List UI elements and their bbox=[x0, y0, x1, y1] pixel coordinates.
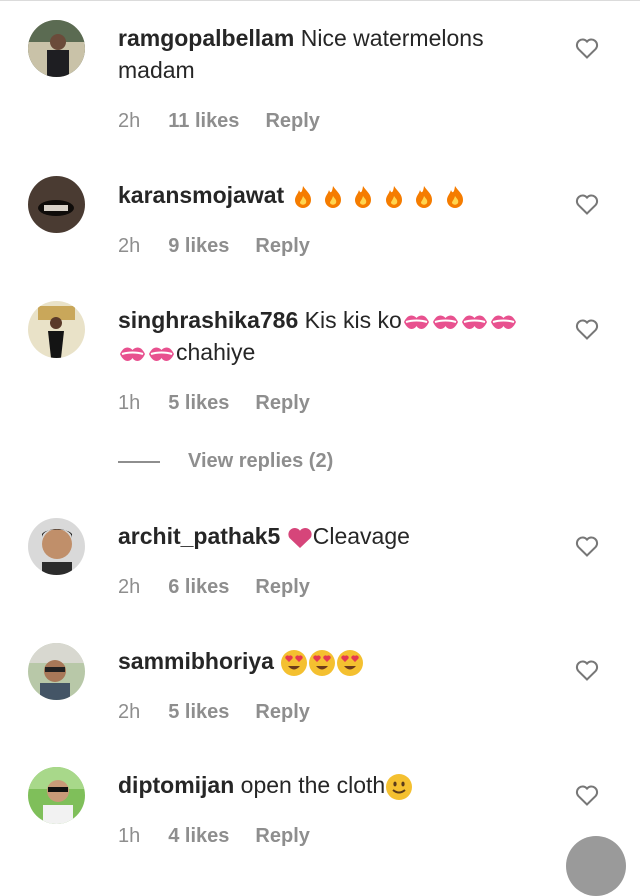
comment-text: karansmojawat bbox=[118, 179, 548, 211]
comment-body: open the cloth bbox=[234, 772, 386, 798]
timestamp: 1h bbox=[118, 392, 141, 414]
heart-eyes-icon bbox=[309, 649, 336, 676]
heart-eyes-icon bbox=[337, 649, 364, 676]
floating-button[interactable] bbox=[566, 836, 626, 896]
comment-text: sammibhoriya bbox=[118, 645, 548, 677]
avatar[interactable] bbox=[28, 518, 85, 575]
kiss-icon bbox=[461, 315, 487, 329]
heart-outline-icon[interactable] bbox=[575, 659, 599, 681]
comment-body: Kis kis ko bbox=[298, 307, 402, 333]
likes-count[interactable]: 4 likes bbox=[168, 825, 229, 847]
comment-meta: 2h 5 likes Reply bbox=[118, 701, 310, 724]
fire-icon bbox=[324, 185, 341, 208]
heart-outline-icon[interactable] bbox=[575, 193, 599, 215]
username[interactable]: diptomijan bbox=[118, 772, 234, 798]
timestamp: 2h bbox=[118, 235, 141, 257]
top-divider bbox=[0, 0, 640, 1]
view-replies-label[interactable]: View replies (2) bbox=[188, 450, 333, 472]
likes-count[interactable]: 9 likes bbox=[168, 235, 229, 257]
kiss-icon bbox=[149, 347, 174, 361]
smile-icon bbox=[386, 773, 413, 800]
heart-eyes-emoji-group bbox=[280, 648, 364, 676]
heart-emoji-icon bbox=[288, 527, 312, 548]
fire-icon bbox=[385, 185, 402, 208]
comment-meta: 2h 9 likes Reply bbox=[118, 235, 310, 258]
fire-icon bbox=[294, 185, 311, 208]
view-replies[interactable]: View replies (2) bbox=[118, 450, 333, 473]
comment-meta: 1h 5 likes Reply bbox=[118, 392, 310, 415]
kiss-icon bbox=[120, 347, 145, 361]
reply-button[interactable]: Reply bbox=[265, 110, 319, 132]
likes-count[interactable]: 5 likes bbox=[168, 392, 229, 414]
timestamp: 1h bbox=[118, 825, 141, 847]
fire-emoji-group bbox=[291, 182, 467, 208]
likes-count[interactable]: 6 likes bbox=[168, 576, 229, 598]
kiss-emoji-group bbox=[402, 307, 518, 333]
heart-eyes-icon bbox=[281, 649, 308, 676]
divider-line bbox=[118, 460, 160, 463]
reply-button[interactable]: Reply bbox=[255, 576, 309, 598]
avatar[interactable] bbox=[28, 767, 85, 824]
heart-outline-icon[interactable] bbox=[575, 535, 599, 557]
reply-button[interactable]: Reply bbox=[255, 392, 309, 414]
comment-text: ramgopalbellam Nice watermelons madam bbox=[118, 22, 548, 86]
fire-icon bbox=[355, 185, 372, 208]
timestamp: 2h bbox=[118, 576, 141, 598]
likes-count[interactable]: 11 likes bbox=[168, 110, 239, 132]
avatar[interactable] bbox=[28, 301, 85, 358]
username[interactable]: sammibhoriya bbox=[118, 648, 274, 674]
kiss-emoji-group bbox=[118, 339, 176, 365]
avatar[interactable] bbox=[28, 176, 85, 233]
comment-text: singhrashika786 Kis kis ko chahiye bbox=[118, 304, 548, 368]
fire-icon bbox=[416, 185, 433, 208]
comment-body-cont: chahiye bbox=[176, 339, 256, 365]
comment-meta: 2h 6 likes Reply bbox=[118, 576, 310, 599]
heart-outline-icon[interactable] bbox=[575, 318, 599, 340]
heart-outline-icon[interactable] bbox=[575, 37, 599, 59]
comment-body: Cleavage bbox=[312, 523, 410, 549]
kiss-icon bbox=[490, 315, 516, 329]
timestamp: 2h bbox=[118, 701, 141, 723]
fire-icon bbox=[446, 185, 463, 208]
username[interactable]: archit_pathak5 bbox=[118, 523, 280, 549]
comment-meta: 1h 4 likes Reply bbox=[118, 825, 310, 848]
heart-outline-icon[interactable] bbox=[575, 784, 599, 806]
username[interactable]: karansmojawat bbox=[118, 182, 284, 208]
reply-button[interactable]: Reply bbox=[255, 701, 309, 723]
avatar[interactable] bbox=[28, 643, 85, 700]
kiss-icon bbox=[432, 315, 458, 329]
username[interactable]: singhrashika786 bbox=[118, 307, 298, 333]
timestamp: 2h bbox=[118, 110, 141, 132]
comment-text: diptomijan open the cloth bbox=[118, 769, 548, 801]
avatar[interactable] bbox=[28, 20, 85, 77]
reply-button[interactable]: Reply bbox=[255, 235, 309, 257]
comment-text: archit_pathak5 Cleavage bbox=[118, 520, 548, 552]
kiss-icon bbox=[403, 315, 429, 329]
username[interactable]: ramgopalbellam bbox=[118, 25, 294, 51]
comment-meta: 2h 11 likes Reply bbox=[118, 110, 320, 133]
likes-count[interactable]: 5 likes bbox=[168, 701, 229, 723]
reply-button[interactable]: Reply bbox=[255, 825, 309, 847]
